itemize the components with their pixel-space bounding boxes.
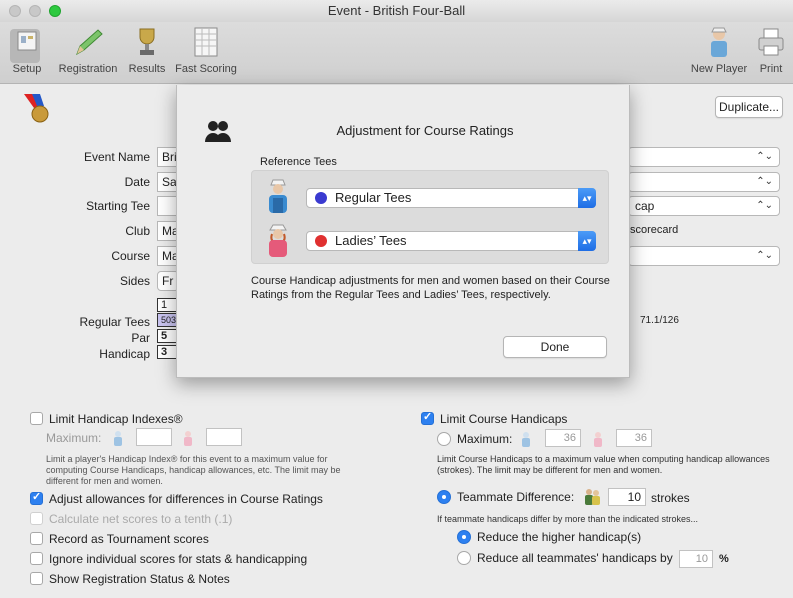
- women-reference-tee-popup[interactable]: Ladies’ Tees ▴▾: [306, 231, 596, 251]
- toolbar-setup[interactable]: Setup: [2, 24, 52, 75]
- percent-label: %: [719, 553, 729, 565]
- printer-icon: [758, 28, 784, 56]
- reduce-all-percent-field[interactable]: 10: [679, 550, 713, 568]
- date-popup[interactable]: ⌃⌄: [628, 172, 780, 192]
- par-cell[interactable]: 5: [157, 329, 177, 343]
- handicap-label: Handicap: [99, 347, 150, 361]
- limit-handicap-indexes-checkbox[interactable]: Limit Handicap Indexes®: [30, 412, 183, 426]
- male-golfer-icon: [269, 179, 287, 213]
- par-label: Par: [131, 331, 150, 345]
- reduce-all-radio[interactable]: Reduce all teammates' handicaps by: [457, 551, 673, 565]
- female-golfer-icon: [269, 224, 287, 257]
- medal-icon: [24, 94, 49, 123]
- net-tenth-checkbox[interactable]: Calculate net scores to a tenth (.1): [30, 512, 232, 526]
- hi-max-men-field[interactable]: [136, 428, 172, 446]
- men-reference-tee-popup[interactable]: Regular Tees ▴▾: [306, 188, 596, 208]
- club-label: Club: [125, 224, 150, 238]
- show-registration-checkbox[interactable]: Show Registration Status & Notes: [30, 572, 230, 586]
- players-silhouette-icon: [205, 121, 231, 142]
- pencil-icon: [76, 29, 103, 56]
- handicap-mode-popup[interactable]: cap ⌃⌄: [628, 196, 780, 216]
- close-window-button[interactable]: [9, 5, 21, 17]
- trophy-icon: [139, 28, 155, 55]
- toolbar-new-player[interactable]: New Player: [688, 24, 750, 75]
- female-golfer-icon: [184, 431, 192, 446]
- scorecard-icon: [194, 27, 218, 57]
- female-golfer-icon: [594, 432, 602, 447]
- teammate-note: If teammate handicaps differ by more tha…: [437, 514, 698, 524]
- date-label: Date: [124, 175, 150, 189]
- tournament-scores-checkbox[interactable]: Record as Tournament scores: [30, 532, 209, 546]
- ch-max-women-field[interactable]: 36: [616, 429, 652, 447]
- popup-arrows-icon: ▴▾: [578, 188, 596, 208]
- toolbar-registration[interactable]: Registration: [55, 24, 121, 75]
- course-popup[interactable]: ⌃⌄: [628, 246, 780, 266]
- teammate-difference-field[interactable]: 10: [608, 488, 646, 506]
- hi-maximum-label: Maximum:: [46, 431, 102, 445]
- course-rating-slope: 71.1/126: [640, 315, 679, 326]
- ignore-scores-checkbox[interactable]: Ignore individual scores for stats & han…: [30, 552, 307, 566]
- reference-tees-label: Reference Tees: [260, 156, 337, 168]
- reduce-higher-radio[interactable]: Reduce the higher handicap(s): [457, 530, 641, 544]
- sides-label: Sides: [119, 274, 150, 288]
- male-golfer-icon: [522, 432, 530, 447]
- regular-tees-label: Regular Tees: [79, 315, 151, 329]
- teammate-difference-radio[interactable]: Teammate Difference:: [437, 490, 574, 504]
- title-bar: Event - British Four-Ball: [0, 0, 793, 22]
- course-label: Course: [111, 249, 150, 263]
- hi-max-women-field[interactable]: [206, 428, 242, 446]
- limit-course-handicaps-checkbox[interactable]: Limit Course Handicaps: [421, 410, 567, 426]
- limit-ch-note: Limit Course Handicaps to a maximum valu…: [437, 454, 770, 475]
- event-name-label: Event Name: [83, 150, 150, 164]
- strokes-label: strokes: [651, 491, 690, 505]
- blue-tee-marker-icon: [315, 192, 327, 204]
- teammates-icon: [585, 489, 600, 505]
- toolbar-print[interactable]: Print: [752, 24, 790, 75]
- popup-arrows-icon: ▴▾: [578, 231, 596, 251]
- regular-yardage-cell[interactable]: 503: [157, 313, 177, 327]
- window-title: Event - British Four-Ball: [327, 3, 466, 18]
- setup-icon: [17, 31, 37, 51]
- toolbar-results[interactable]: Results: [121, 24, 173, 75]
- sheet-title: Adjustment for Course Ratings: [336, 123, 514, 138]
- starting-tee-label: Starting Tee: [86, 199, 150, 213]
- event-name-popup[interactable]: ⌃⌄: [628, 147, 780, 167]
- zoom-window-button[interactable]: [49, 5, 61, 17]
- sheet-description: Course Handicap adjustments for men and …: [251, 275, 610, 301]
- scorecard-text: scorecard: [630, 224, 679, 236]
- minimize-window-button[interactable]: [29, 5, 41, 17]
- adjust-allowances-checkbox[interactable]: Adjust allowances for differences in Cou…: [30, 490, 323, 506]
- red-tee-marker-icon: [315, 235, 327, 247]
- ch-maximum-radio[interactable]: Maximum:: [437, 432, 512, 446]
- handicap-cell[interactable]: 3: [157, 345, 177, 359]
- male-golfer-icon: [114, 431, 122, 446]
- toolbar-fast-scoring[interactable]: Fast Scoring: [172, 24, 240, 75]
- done-button[interactable]: Done: [503, 336, 607, 358]
- duplicate-button[interactable]: Duplicate...: [715, 96, 783, 118]
- event-window: Event - British Four-Ball Setup Registra…: [0, 0, 793, 598]
- new-player-icon: [711, 27, 727, 57]
- toolbar: Setup Registration Results Fast Scoring …: [0, 22, 793, 84]
- hole-number-cell: 1: [157, 298, 177, 312]
- ch-max-men-field[interactable]: 36: [545, 429, 581, 447]
- limit-hi-note: Limit a player's Handicap Index® for thi…: [46, 454, 341, 486]
